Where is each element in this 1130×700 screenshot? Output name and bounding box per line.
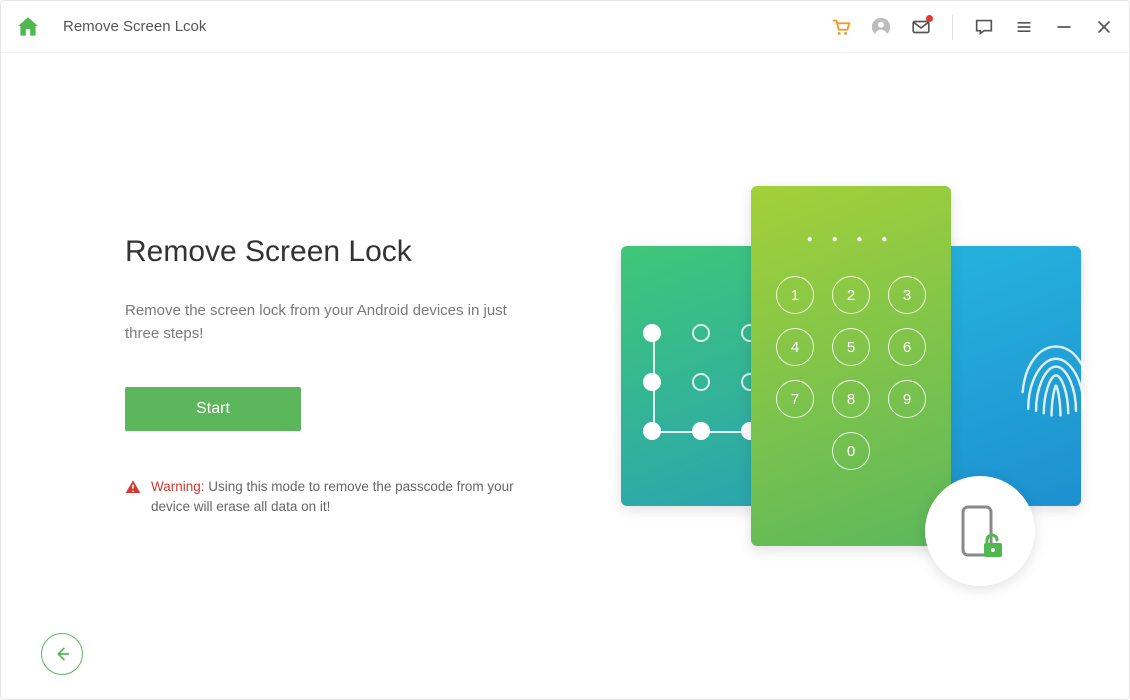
pin-key: 8 xyxy=(832,380,870,418)
cart-icon[interactable] xyxy=(830,16,852,38)
user-icon[interactable] xyxy=(870,16,892,38)
main-content: Remove Screen Lock Remove the screen loc… xyxy=(1,53,1129,699)
mail-icon[interactable] xyxy=(910,16,932,38)
pattern-dot xyxy=(643,324,661,342)
pattern-dot xyxy=(643,373,661,391)
pin-key: 9 xyxy=(888,380,926,418)
pin-keypad: 1 2 3 4 5 6 7 8 9 0 xyxy=(775,276,927,470)
feedback-icon[interactable] xyxy=(973,16,995,38)
pattern-dot xyxy=(692,324,710,342)
pin-key: 3 xyxy=(888,276,926,314)
pin-key: 7 xyxy=(776,380,814,418)
titlebar-separator xyxy=(952,14,953,40)
pin-key: 6 xyxy=(888,328,926,366)
warning-label: Warning: xyxy=(151,479,205,494)
page-description: Remove the screen lock from your Android… xyxy=(125,299,521,346)
app-window: Remove Screen Lcok xyxy=(0,0,1130,700)
illustration-column: ● ● ● ● 1 2 3 4 5 6 7 8 9 0 xyxy=(561,53,1129,699)
pin-key: 0 xyxy=(832,432,870,470)
pattern-line xyxy=(653,333,655,431)
text-column: Remove Screen Lock Remove the screen loc… xyxy=(1,235,561,518)
warning-body: Using this mode to remove the passcode f… xyxy=(151,479,514,514)
warning-text: Warning: Using this mode to remove the p… xyxy=(151,477,521,518)
pattern-line xyxy=(653,431,751,433)
window-title: Remove Screen Lcok xyxy=(63,18,206,35)
pattern-dot xyxy=(692,373,710,391)
page-heading: Remove Screen Lock xyxy=(125,235,521,269)
start-button[interactable]: Start xyxy=(125,387,301,431)
close-icon[interactable] xyxy=(1093,16,1115,38)
pin-key: 5 xyxy=(832,328,870,366)
home-icon[interactable] xyxy=(15,14,41,40)
warning-row: Warning: Using this mode to remove the p… xyxy=(125,477,521,518)
mail-notification-dot xyxy=(926,15,933,22)
titlebar-actions xyxy=(830,14,1115,40)
back-button[interactable] xyxy=(41,633,83,675)
arrow-left-icon xyxy=(51,643,73,665)
titlebar: Remove Screen Lcok xyxy=(1,1,1129,53)
pin-key: 1 xyxy=(776,276,814,314)
pin-key: 4 xyxy=(776,328,814,366)
pin-dots: ● ● ● ● xyxy=(751,234,951,245)
unlock-badge xyxy=(925,476,1035,586)
pattern-grid xyxy=(643,324,759,440)
fingerprint-icon xyxy=(1011,331,1101,436)
minimize-icon[interactable] xyxy=(1053,16,1075,38)
warning-icon xyxy=(125,479,141,495)
pin-card: ● ● ● ● 1 2 3 4 5 6 7 8 9 0 xyxy=(751,186,951,546)
menu-icon[interactable] xyxy=(1013,16,1035,38)
pin-key: 2 xyxy=(832,276,870,314)
lock-illustration: ● ● ● ● 1 2 3 4 5 6 7 8 9 0 xyxy=(621,186,1081,566)
